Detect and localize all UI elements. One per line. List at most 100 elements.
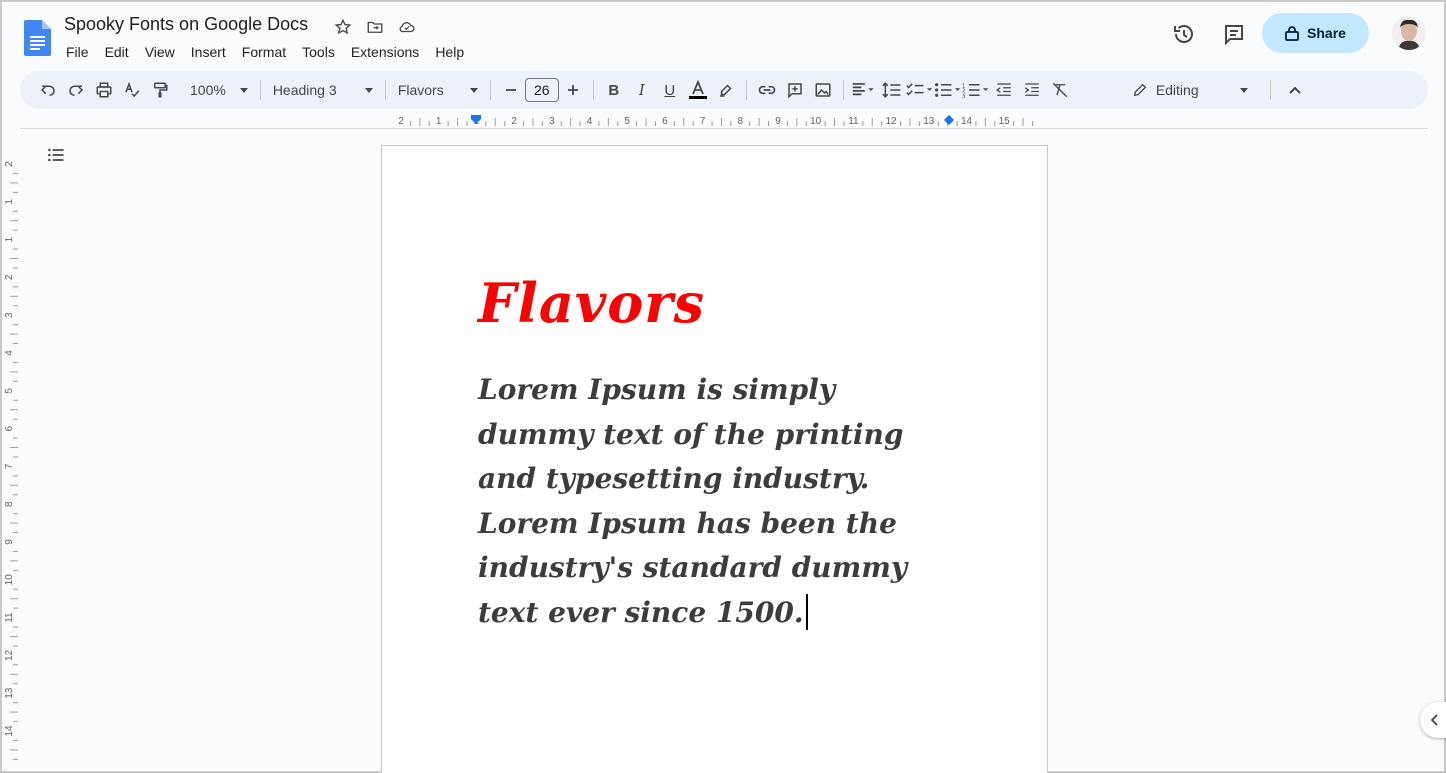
user-avatar[interactable] [1392,16,1426,50]
star-icon[interactable] [332,16,354,38]
checklist-icon[interactable] [906,76,934,104]
print-icon[interactable] [90,76,118,104]
ruler-label: 9 [4,539,15,545]
ruler-label: 7 [700,116,706,127]
version-history-icon[interactable] [1168,18,1200,50]
ruler-label: 13 [4,687,15,699]
ruler-label: 10 [810,116,822,127]
ruler-label: 5 [4,388,15,394]
paragraph-style-value: Heading 3 [272,82,337,98]
left-indent-marker[interactable] [471,115,481,124]
redo-icon[interactable] [62,76,90,104]
menu-view[interactable]: View [137,42,183,62]
font-select[interactable]: Flavors [392,82,484,98]
decrease-indent-icon[interactable] [990,76,1018,104]
bulleted-list-icon[interactable] [934,76,962,104]
document-body[interactable]: Lorem Ipsum is simply dummy text of the … [478,368,948,635]
zoom-select[interactable]: 100% [184,82,254,98]
paragraph-style-select[interactable]: Heading 3 [267,82,379,98]
document-page[interactable]: Flavors Lorem Ipsum is simply dummy text… [381,145,1048,773]
ruler-label: 2 [4,274,15,280]
add-comment-icon[interactable] [781,76,809,104]
menu-help[interactable]: Help [427,42,472,62]
menu-format[interactable]: Format [234,42,294,62]
toolbar-divider [1269,80,1271,100]
toolbar-divider [384,80,386,100]
cloud-saved-icon[interactable] [396,16,418,38]
ruler-label: 13 [923,116,935,127]
menu-edit[interactable]: Edit [97,42,137,62]
decrease-font-size-icon[interactable] [497,76,525,104]
right-indent-marker[interactable] [944,115,954,125]
zoom-value: 100% [190,82,226,98]
undo-icon[interactable] [34,76,62,104]
body-paragraph: Lorem Ipsum is simply dummy text of the … [478,373,908,629]
comments-icon[interactable] [1218,18,1250,50]
hide-menus-icon[interactable] [1281,76,1309,104]
font-size-input[interactable]: 26 [524,78,559,102]
ruler-label: 2 [398,116,404,127]
numbered-list-icon[interactable]: 123 [962,76,990,104]
toolbar-divider [489,80,491,100]
clear-formatting-icon[interactable] [1046,76,1074,104]
ruler-label: 15 [999,116,1011,127]
menu-tools[interactable]: Tools [294,42,343,62]
ruler-label: 1 [4,199,15,205]
ruler-label: 3 [549,116,555,127]
increase-indent-icon[interactable] [1018,76,1046,104]
underline-icon[interactable]: U [656,76,684,104]
paint-format-icon[interactable] [146,76,174,104]
menu-bar: File Edit View Insert Format Tools Exten… [58,42,472,62]
ruler-label: 8 [4,501,15,507]
formatting-toolbar: 100% Heading 3 Flavors 26 B I U 123 Edit… [20,71,1428,109]
ruler-divider [20,128,1428,129]
docs-logo-icon[interactable] [24,20,51,56]
text-cursor [805,593,808,630]
ruler-label: 3 [4,312,15,318]
toolbar-divider [592,80,594,100]
chevron-down-icon [364,87,373,93]
ruler-label: 4 [587,116,593,127]
side-panel-toggle[interactable] [1420,702,1446,738]
insert-image-icon[interactable] [809,76,837,104]
lock-icon [1285,26,1299,41]
ruler-label: 7 [4,463,15,469]
increase-font-size-icon[interactable] [559,76,587,104]
editing-mode-value: Editing [1155,82,1199,98]
chevron-down-icon [239,87,248,93]
ruler-label: 9 [775,116,781,127]
vertical-ruler[interactable]: 211234567891011121314 [4,130,20,773]
ruler-label: 1 [4,236,15,242]
insert-link-icon[interactable] [753,76,781,104]
line-spacing-icon[interactable] [878,76,906,104]
document-heading[interactable]: Flavors [478,271,705,335]
toolbar-divider [259,80,261,100]
document-outline-icon[interactable] [46,145,66,170]
pencil-icon [1133,83,1147,97]
horizontal-ruler[interactable]: 21123456789101112131415 [380,112,1050,128]
align-icon[interactable] [850,76,878,104]
chevron-down-icon [1239,87,1248,93]
chevron-down-icon [469,87,478,93]
italic-icon[interactable]: I [628,76,656,104]
ruler-label: 14 [4,725,15,737]
editing-mode-select[interactable]: Editing [1126,82,1254,98]
spellcheck-icon[interactable] [118,76,146,104]
toolbar-divider [842,80,844,100]
highlight-icon[interactable] [712,76,740,104]
bold-icon[interactable]: B [600,76,628,104]
menu-file[interactable]: File [58,42,97,62]
share-label: Share [1307,25,1346,41]
menu-insert[interactable]: Insert [183,42,234,62]
ruler-label: 2 [4,161,15,167]
ruler-label: 1 [436,116,442,127]
menu-extensions[interactable]: Extensions [343,42,427,62]
move-folder-icon[interactable] [364,16,386,38]
share-button[interactable]: Share [1262,13,1369,53]
ruler-label: 11 [848,116,859,127]
font-value: Flavors [397,82,444,98]
svg-text:3: 3 [962,94,965,99]
ruler-label: 8 [738,116,744,127]
text-color-icon[interactable] [684,76,712,104]
document-title[interactable]: Spooky Fonts on Google Docs [64,14,308,35]
